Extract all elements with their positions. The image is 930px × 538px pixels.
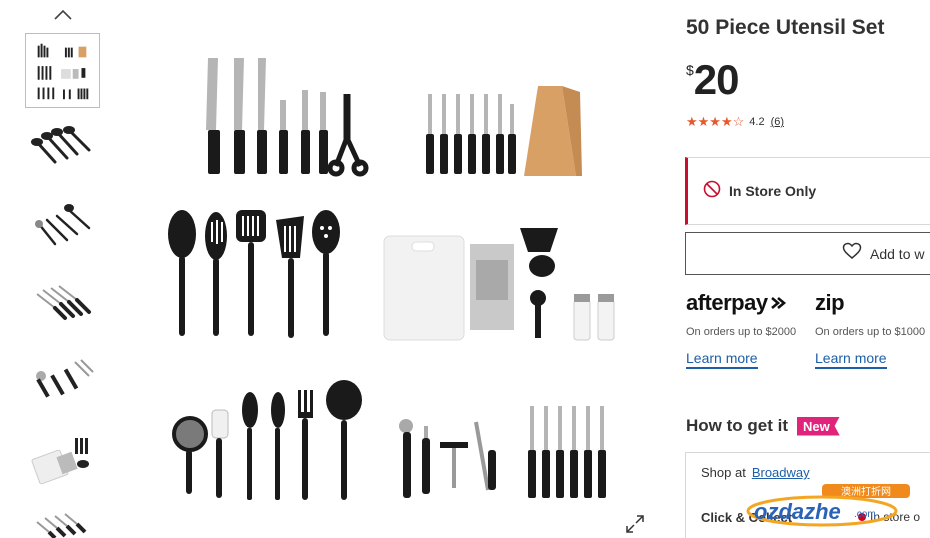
thumb-board-grater[interactable]	[25, 424, 100, 499]
shop-at-label: Shop at	[701, 465, 746, 480]
watermark-logo: 澳洲打折网 ozdazhe .com	[742, 483, 912, 528]
price-amount: 20	[693, 56, 740, 103]
serving-tools-image	[168, 210, 340, 338]
review-count-link[interactable]: (6)	[771, 116, 784, 128]
availability-banner: In Store Only	[685, 157, 930, 225]
thumb-slotted-tools[interactable]	[25, 112, 100, 187]
board-grater-image	[383, 228, 615, 341]
gadgets-image	[399, 419, 496, 498]
knife-block-image	[426, 86, 582, 176]
svg-text:ozdazhe: ozdazhe	[754, 499, 841, 524]
thumb-knives[interactable]	[25, 268, 100, 343]
price-currency: $	[686, 62, 694, 78]
thumb-steak-knives[interactable]	[25, 502, 100, 538]
knife-set-image	[206, 58, 369, 177]
strainer-tools-image	[172, 380, 362, 500]
afterpay-logo: afterpay	[686, 290, 806, 316]
how-to-get-title: How to get it	[686, 416, 788, 435]
svg-text:澳洲打折网: 澳洲打折网	[841, 485, 891, 498]
how-to-get-heading: How to get it New	[686, 416, 840, 436]
wishlist-label: Add to w	[870, 245, 925, 262]
afterpay-note: On orders up to $2000	[686, 326, 797, 338]
expand-image-icon[interactable]	[624, 513, 646, 535]
zip-note: On orders up to $1000	[815, 326, 926, 338]
afterpay-learn-more-link[interactable]: Learn more	[686, 350, 758, 369]
store-link[interactable]: Broadway	[752, 465, 810, 480]
product-rating[interactable]: ★★★★☆ 4.2 (6)	[686, 114, 784, 130]
rating-value: 4.2	[749, 116, 765, 128]
product-price: $20	[686, 56, 740, 104]
thumbnails-scroll-up-icon[interactable]	[52, 6, 74, 24]
steak-knives-image	[528, 406, 606, 498]
afterpay-block: afterpay On orders up to $2000 Learn mor…	[686, 290, 806, 369]
thumb-gadgets[interactable]	[25, 346, 100, 421]
thumb-full-set[interactable]	[25, 33, 100, 108]
add-to-wishlist-button[interactable]: Add to w	[685, 232, 930, 275]
heart-icon	[842, 242, 862, 265]
zip-logo: zip	[815, 290, 845, 315]
svg-text:.com: .com	[854, 509, 876, 520]
thumb-whisk-tools[interactable]	[25, 190, 100, 265]
shop-at-row: Shop at Broadway	[701, 465, 810, 480]
product-title: 50 Piece Utensil Set	[686, 16, 885, 39]
rating-stars-icon: ★★★★☆	[686, 114, 745, 129]
availability-label: In Store Only	[729, 183, 817, 199]
prohibited-icon	[703, 180, 721, 203]
zip-block: zip On orders up to $1000 Learn more	[815, 290, 930, 369]
product-main-image	[150, 30, 630, 510]
zip-learn-more-link[interactable]: Learn more	[815, 350, 887, 369]
new-badge: New	[796, 416, 840, 436]
